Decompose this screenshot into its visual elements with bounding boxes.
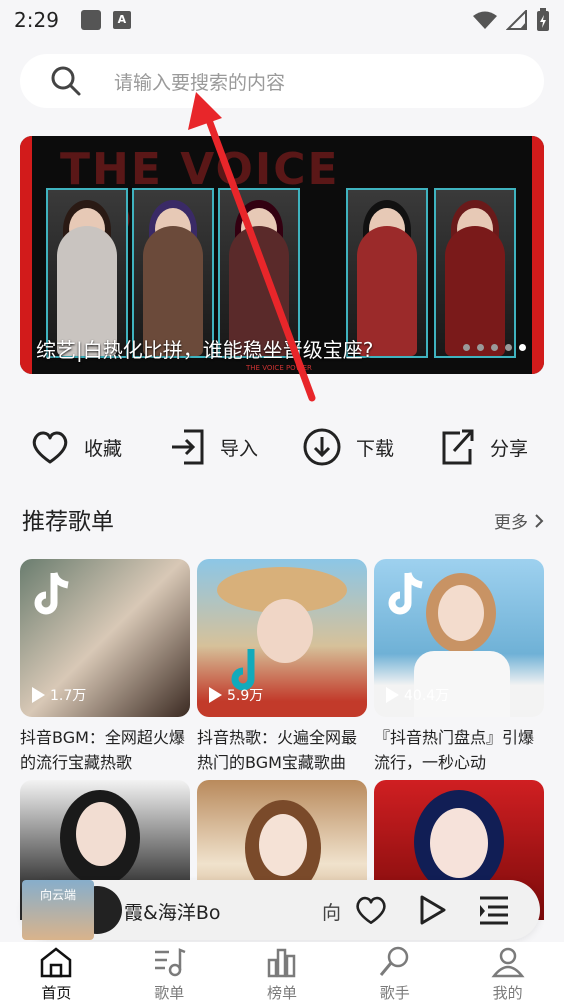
favorite-label: 收藏 [84, 437, 123, 460]
banner-panel [132, 188, 214, 358]
banner-panel [434, 188, 516, 358]
heart-icon[interactable] [354, 894, 388, 926]
banner-subtext: THE VOICE POWER [246, 364, 312, 372]
import-icon [172, 429, 204, 465]
nav-item-home[interactable]: 首页 [0, 942, 113, 1004]
banner-carousel[interactable]: THE VOICE POWER 综艺|白热化比拼，谁能稳坐晋级宝座? THE V… [20, 136, 544, 374]
face-shape [438, 585, 484, 641]
status-bar: 2:29 A [0, 0, 564, 40]
share-label: 分享 [490, 437, 529, 460]
carousel-indicator [463, 344, 526, 351]
now-playing-title: 霞&海洋Bo [124, 902, 221, 924]
play-icon [32, 687, 45, 703]
playlist-cover: 40.4万 [374, 559, 544, 717]
play-icon [386, 687, 399, 703]
shirt-shape [414, 651, 510, 717]
face-shape [259, 814, 307, 876]
signal-icon [506, 10, 527, 30]
playlist-queue-icon[interactable] [478, 894, 510, 926]
download-icon [303, 428, 341, 466]
share-button[interactable]: 分享 [438, 420, 528, 474]
face-shape [430, 808, 488, 878]
heart-icon [32, 431, 68, 464]
banner-panel [218, 188, 300, 358]
chevron-right-icon [535, 513, 544, 528]
import-label: 导入 [220, 437, 259, 460]
album-art[interactable]: 向云端 [22, 880, 94, 940]
play-count: 40.4万 [384, 685, 449, 705]
chart-icon [267, 948, 296, 978]
play-icon [209, 687, 222, 703]
banner-caption: 综艺|白热化比拼，谁能稳坐晋级宝座? [36, 338, 374, 362]
nav-label: 榜单 [266, 984, 297, 1002]
status-time: 2:29 [14, 8, 59, 32]
play-count-label: 5.9万 [227, 688, 264, 704]
nav-label: 我的 [492, 984, 523, 1002]
face-shape [76, 802, 126, 866]
now-playing-marquee: 向 [322, 902, 342, 924]
playlist-title: 抖音BGM：全网超火爆的流行宝藏热歌 [20, 728, 185, 772]
more-button[interactable]: 更多 [494, 508, 544, 533]
download-label: 下载 [356, 437, 395, 460]
banner-panel [346, 188, 428, 358]
playlist-card[interactable]: 1.7万 抖音BGM：全网超火爆的流行宝藏热歌 [20, 559, 190, 775]
playlist-cover: 1.7万 [20, 559, 190, 717]
playlist-card[interactable]: 5.9万 抖音热歌：火遍全网最热门的BGM宝藏歌曲 [197, 559, 367, 775]
notification-icon [80, 10, 101, 30]
profile-icon [491, 947, 525, 978]
nav-item-singers[interactable]: 歌手 [338, 942, 451, 1004]
banner-decoration [20, 136, 32, 374]
playlist-title: 抖音热歌：火遍全网最热门的BGM宝藏歌曲 [197, 728, 358, 772]
search-icon [51, 66, 81, 96]
nav-label: 首页 [41, 984, 72, 1002]
battery-icon [537, 8, 549, 31]
quick-actions: 收藏 导入 下载 分享 [0, 420, 564, 474]
nav-label: 歌手 [379, 984, 410, 1002]
more-label: 更多 [494, 513, 528, 533]
search-input[interactable]: 请输入要搜索的内容 [114, 68, 285, 95]
nav-item-profile[interactable]: 我的 [451, 942, 564, 1004]
play-count: 1.7万 [30, 685, 86, 705]
import-button[interactable]: 导入 [170, 420, 258, 474]
wifi-icon [473, 11, 497, 29]
singer-icon [379, 946, 409, 976]
play-count-label: 1.7万 [50, 688, 87, 704]
play-count-label: 40.4万 [404, 688, 450, 704]
share-icon [442, 429, 474, 465]
home-icon [41, 947, 72, 978]
mini-player[interactable]: 向云端 霞&海洋Bo 向 [22, 880, 540, 940]
nav-item-playlist[interactable]: 歌单 [113, 942, 226, 1004]
playlist-icon [155, 948, 186, 977]
album-art-text: 向云端 [40, 888, 77, 902]
tiktok-logo-icon [388, 572, 423, 615]
favorite-button[interactable]: 收藏 [30, 420, 122, 474]
download-button[interactable]: 下载 [302, 420, 394, 474]
keyboard-indicator-icon: A [112, 11, 131, 29]
section-title: 推荐歌单 [22, 509, 114, 535]
banner-panel [46, 188, 128, 358]
search-bar[interactable]: 请输入要搜索的内容 [20, 54, 544, 108]
playlist-card[interactable]: 40.4万 『抖音热门盘点』引爆流行，一秒心动 [374, 559, 544, 775]
nav-item-charts[interactable]: 榜单 [226, 942, 339, 1004]
play-count: 5.9万 [207, 685, 263, 705]
nav-label: 歌单 [154, 984, 185, 1002]
playlist-title: 『抖音热门盘点』引爆流行，一秒心动 [374, 728, 535, 772]
tiktok-logo-icon [34, 572, 69, 615]
play-button-icon[interactable] [418, 894, 448, 926]
playlist-cover: 5.9万 [197, 559, 367, 717]
bottom-nav: 首页 歌单 榜单 歌手 我的 [0, 942, 564, 1004]
